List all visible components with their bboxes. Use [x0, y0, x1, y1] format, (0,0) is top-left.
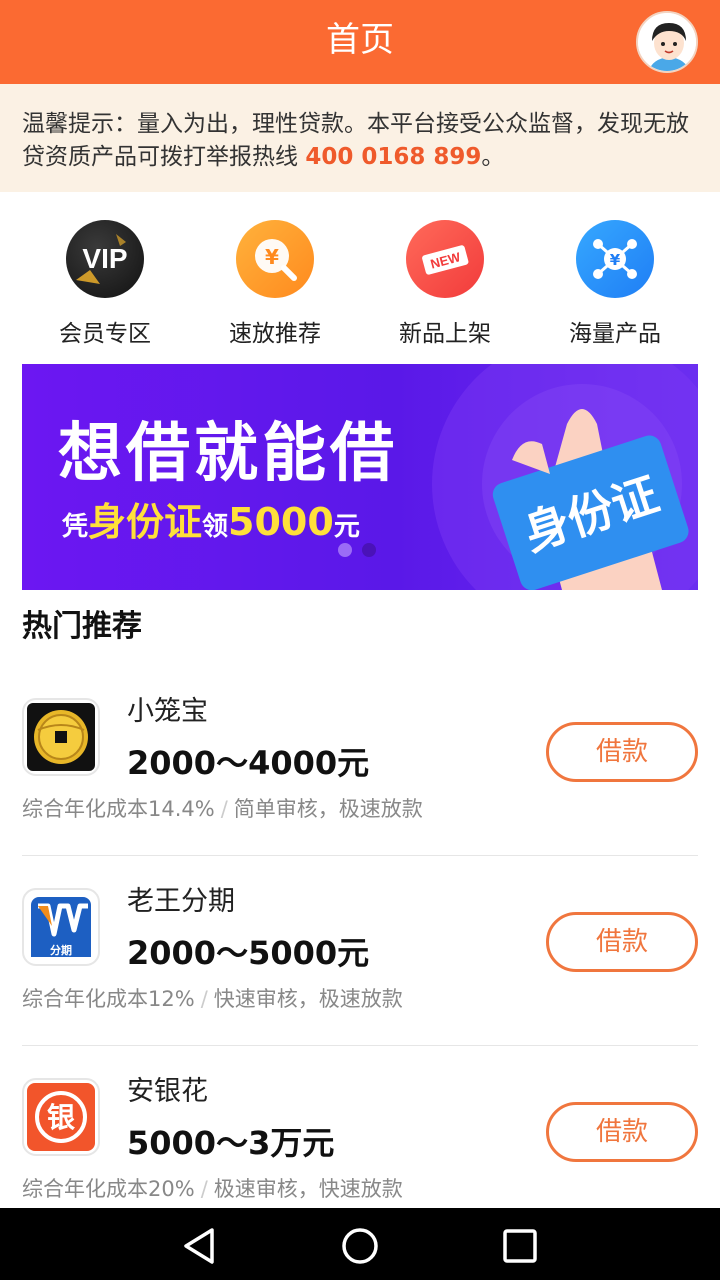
fast-loan-badge-text: ¥ [265, 245, 279, 269]
recent-apps-icon[interactable] [500, 1226, 540, 1266]
product-desc: 综合年化成本12% / 快速审核，极速放款 [22, 984, 403, 1014]
product-amount: 2000～5000元 [127, 934, 370, 972]
product-feature: 快速审核，极速放款 [213, 987, 403, 1011]
quick-entry-label: 会员专区 [59, 321, 151, 347]
lw-logo: 分期 [22, 888, 100, 966]
banner-headline: 想借就能借 [58, 417, 398, 491]
product-name: 小笼宝 [127, 696, 208, 727]
product-cost: 综合年化成本14.4% [22, 797, 215, 821]
product-amount: 5000～3万元 [127, 1124, 335, 1162]
section-title-hot: 热门推荐 [22, 609, 142, 644]
yin-logo: 银 [22, 1078, 100, 1156]
network-icon: ¥ [576, 220, 654, 298]
borrow-button[interactable]: 借款 [546, 1102, 698, 1162]
quick-entry-products[interactable]: ¥ 海量产品 [530, 220, 700, 348]
quick-entry-vip[interactable]: VIP 会员专区 [20, 220, 190, 348]
fast-loan-icon: ¥ [236, 220, 314, 298]
page-title: 首页 [326, 20, 394, 60]
desc-separator: / [220, 797, 228, 821]
coin-logo [22, 698, 100, 776]
divider [22, 1045, 698, 1046]
product-name: 老王分期 [127, 886, 235, 917]
banner-sub-prefix: 凭 [62, 512, 89, 542]
banner-sub-suffix: 元 [333, 512, 360, 542]
vip-icon: VIP [66, 220, 144, 298]
product-name: 安银花 [127, 1076, 208, 1107]
banner-subline: 凭身份证领5000元 [62, 502, 360, 547]
quick-entries: VIP 会员专区 ¥ 速放推荐 NEW 新品上架 ¥ 海量产品 [0, 192, 720, 364]
network-badge-text: ¥ [610, 251, 621, 269]
carousel-dot-active[interactable] [338, 543, 352, 557]
desc-separator: / [200, 1177, 208, 1201]
product-card[interactable]: 小笼宝 2000～4000元 综合年化成本14.4% / 简单审核，极速放款 借款 [0, 680, 720, 870]
vip-badge-text: VIP [82, 243, 127, 274]
quick-entry-label: 速放推荐 [229, 321, 321, 347]
banner-sub-mid: 领 [202, 512, 229, 542]
quick-entry-label: 海量产品 [569, 321, 661, 347]
notice-end: 。 [481, 144, 505, 170]
product-card[interactable]: 分期 老王分期 2000～5000元 综合年化成本12% / 快速审核，极速放款 借… [0, 870, 720, 1060]
hotline-number[interactable]: 400 0168 899 [305, 144, 481, 170]
quick-entry-fast[interactable]: ¥ 速放推荐 [190, 220, 360, 348]
divider [22, 855, 698, 856]
product-desc: 综合年化成本20% / 极速审核，快速放款 [22, 1174, 403, 1204]
quick-entry-label: 新品上架 [399, 321, 491, 347]
product-cost: 综合年化成本12% [22, 987, 195, 1011]
borrow-button[interactable]: 借款 [546, 912, 698, 972]
product-desc: 综合年化成本14.4% / 简单审核，极速放款 [22, 794, 423, 824]
banner-sub-highlight-id: 身份证 [88, 500, 203, 544]
system-nav-bar [0, 1208, 720, 1280]
yin-logo-text: 银 [47, 1101, 76, 1134]
product-feature: 简单审核，极速放款 [233, 797, 423, 821]
promo-banner[interactable]: 身份证 想借就能借 凭身份证领5000元 [22, 364, 698, 590]
carousel-dots [338, 542, 386, 561]
carousel-dot[interactable] [362, 543, 376, 557]
banner-sub-amount: 5000 [228, 500, 334, 544]
avatar[interactable] [636, 11, 698, 73]
home-icon[interactable] [340, 1226, 380, 1266]
product-amount: 2000～4000元 [127, 744, 370, 782]
lw-logo-text: 分期 [50, 943, 72, 957]
desc-separator: / [200, 987, 208, 1011]
borrow-button[interactable]: 借款 [546, 722, 698, 782]
product-cost: 综合年化成本20% [22, 1177, 195, 1201]
top-bar: 首页 [0, 0, 720, 84]
quick-entry-new[interactable]: NEW 新品上架 [360, 220, 530, 348]
new-icon: NEW [406, 220, 484, 298]
notice-banner: 温馨提示：量入为出，理性贷款。本平台接受公众监督，发现无放贷资质产品可拨打举报热… [0, 84, 720, 192]
product-feature: 极速审核，快速放款 [213, 1177, 403, 1201]
back-icon[interactable] [180, 1226, 220, 1266]
